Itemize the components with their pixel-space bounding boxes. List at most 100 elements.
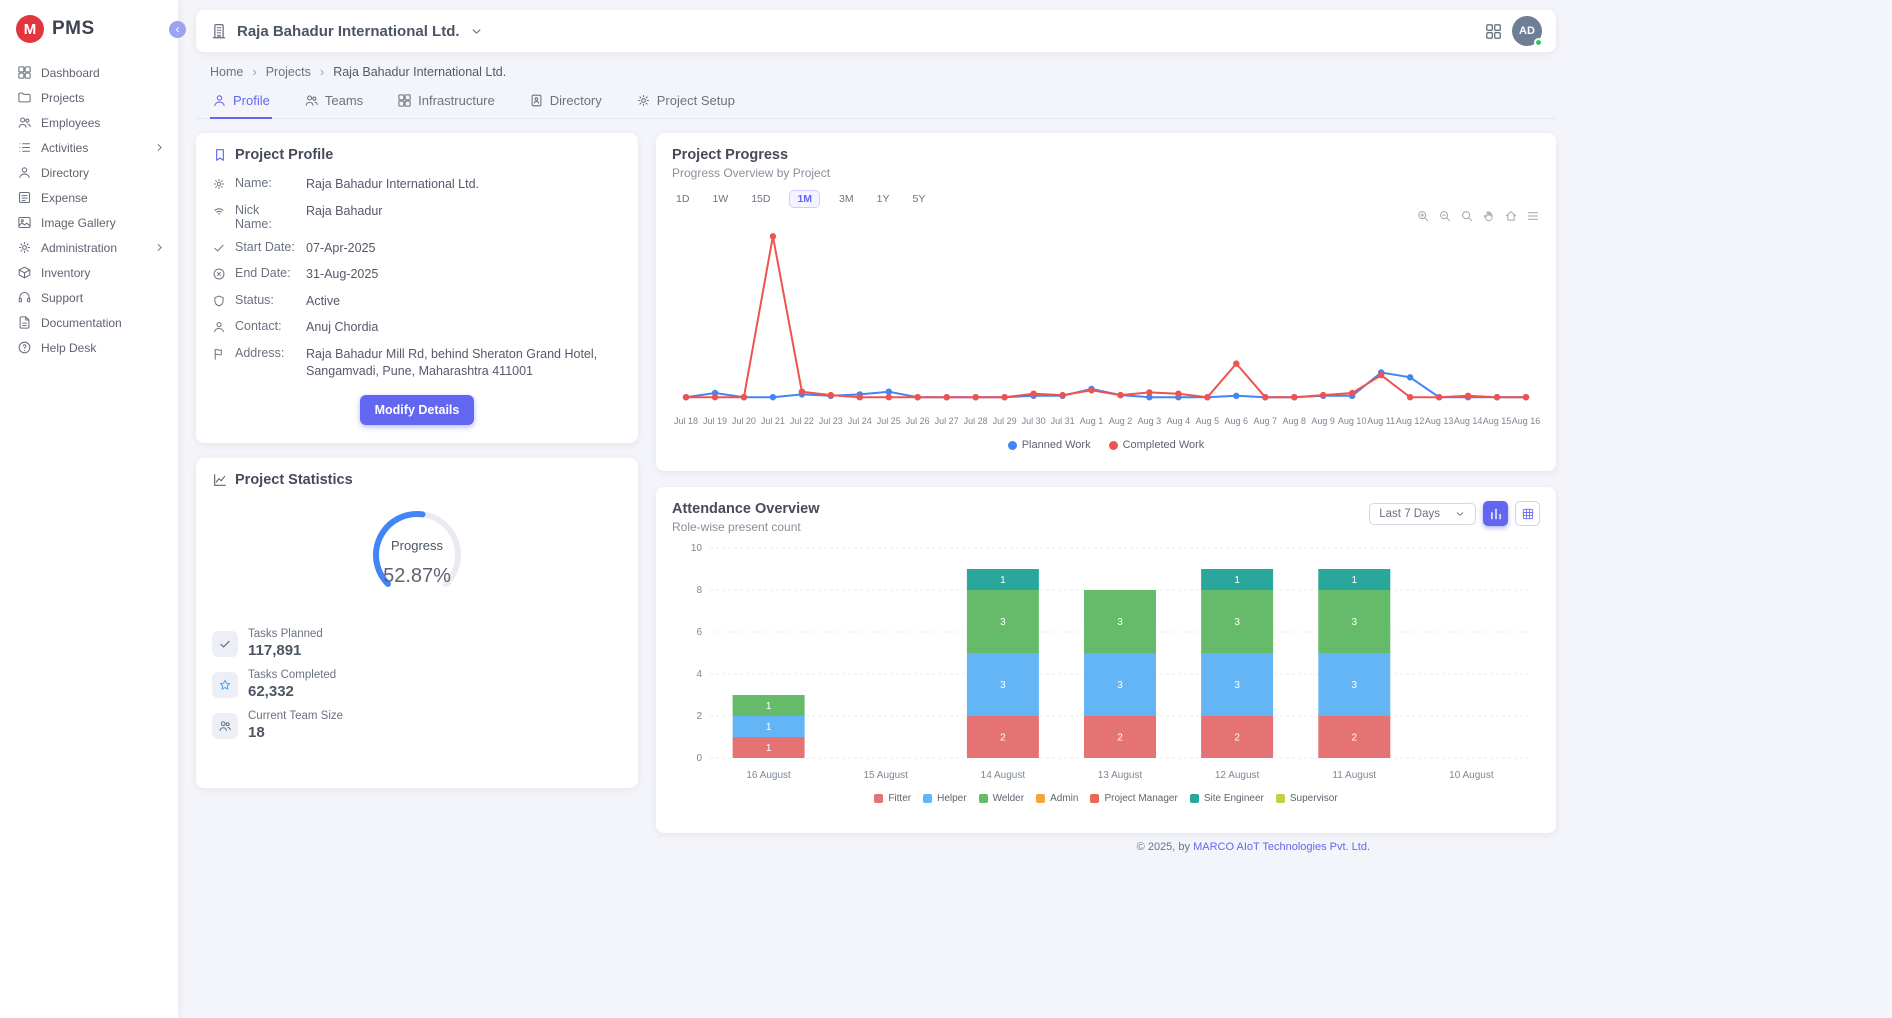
zoom-in-icon[interactable] (1416, 209, 1430, 223)
legend-item[interactable]: Helper (923, 793, 966, 804)
box-icon (17, 265, 32, 280)
grid-icon (397, 93, 412, 108)
selection-zoom-icon[interactable] (1460, 209, 1474, 223)
range-selector: 1D 1W 15D 1M 3M 1Y 5Y (672, 190, 1540, 208)
svg-text:1: 1 (766, 701, 772, 712)
menu-icon[interactable] (1526, 209, 1540, 223)
sidebar-item-activities[interactable]: Activities (0, 135, 178, 160)
svg-text:Aug 12: Aug 12 (1396, 416, 1425, 426)
tab-project-setup[interactable]: Project Setup (634, 91, 737, 119)
project-statistics-card: Project Statistics Progress 52.87% Tasks… (196, 458, 638, 788)
tab-infrastructure[interactable]: Infrastructure (395, 91, 497, 119)
field-label: Address: (235, 346, 297, 360)
help-circle-icon (17, 340, 32, 355)
legend-marker (1109, 441, 1118, 450)
sidebar: M PMS Dashboard Projects Employees Activ… (0, 0, 178, 1018)
sidebar-item-label: Documentation (41, 316, 166, 330)
sidebar-item-label: Expense (41, 191, 166, 205)
stat-team-size: Current Team Size 18 (212, 710, 622, 741)
zoom-out-icon[interactable] (1438, 209, 1452, 223)
sidebar-item-help-desk[interactable]: Help Desk (0, 335, 178, 360)
modify-details-button[interactable]: Modify Details (360, 395, 475, 425)
user-avatar[interactable]: AD (1512, 16, 1542, 46)
legend-item[interactable]: Completed Work (1109, 439, 1205, 451)
sidebar-item-label: Directory (41, 166, 166, 180)
sidebar-item-dashboard[interactable]: Dashboard (0, 60, 178, 85)
range-1w[interactable]: 1W (708, 190, 732, 208)
field-value: 07-Apr-2025 (306, 240, 622, 258)
home-icon[interactable] (1504, 209, 1518, 223)
gear-icon (17, 240, 32, 255)
legend-item[interactable]: Supervisor (1276, 793, 1338, 804)
tab-directory[interactable]: Directory (527, 91, 604, 119)
list-icon (17, 140, 32, 155)
sidebar-item-documentation[interactable]: Documentation (0, 310, 178, 335)
breadcrumb-home[interactable]: Home (210, 65, 243, 79)
sidebar-item-support[interactable]: Support (0, 285, 178, 310)
svg-text:1: 1 (766, 743, 772, 754)
chart-view-toggle-button[interactable] (1483, 501, 1508, 526)
sidebar-collapse-button[interactable]: ‹ (169, 21, 186, 38)
legend-item[interactable]: Site Engineer (1190, 793, 1264, 804)
company-selector[interactable]: Raja Bahadur International Ltd. (237, 23, 460, 40)
tab-label: Directory (550, 93, 602, 108)
stat-label: Tasks Completed (248, 669, 336, 681)
svg-text:2: 2 (696, 711, 702, 722)
chart-line-icon (212, 472, 228, 488)
attendance-chart[interactable]: 024681011116 August15 August233114 Augus… (672, 540, 1540, 791)
sidebar-item-employees[interactable]: Employees (0, 110, 178, 135)
app-logo[interactable]: M PMS (0, 0, 178, 56)
legend-item[interactable]: Fitter (874, 793, 911, 804)
range-1d[interactable]: 1D (672, 190, 693, 208)
project-progress-chart[interactable]: Jul 18Jul 19Jul 20Jul 21Jul 22Jul 23Jul … (672, 214, 1540, 437)
legend-item[interactable]: Project Manager (1090, 793, 1177, 804)
apps-grid-icon[interactable] (1484, 22, 1503, 41)
range-3m[interactable]: 3M (835, 190, 858, 208)
svg-text:2: 2 (1352, 733, 1358, 744)
stat-label: Current Team Size (248, 710, 343, 722)
legend-label: Planned Work (1022, 439, 1091, 451)
svg-text:Aug 1: Aug 1 (1080, 416, 1104, 426)
tab-teams[interactable]: Teams (302, 91, 365, 119)
sidebar-item-administration[interactable]: Administration (0, 235, 178, 260)
range-5y[interactable]: 5Y (908, 190, 929, 208)
sidebar-item-projects[interactable]: Projects (0, 85, 178, 110)
chevron-down-icon[interactable] (469, 24, 484, 39)
stat-value: 18 (248, 724, 343, 741)
topbar: Raja Bahadur International Ltd. AD (196, 10, 1556, 52)
legend-item[interactable]: Admin (1036, 793, 1078, 804)
legend-item[interactable]: Planned Work (1008, 439, 1091, 451)
table-view-toggle-button[interactable] (1515, 501, 1540, 526)
legend-label: Fitter (888, 793, 911, 804)
card-title: Project Progress (672, 147, 1540, 163)
signal-icon (212, 204, 226, 218)
legend-label: Supervisor (1290, 793, 1338, 804)
field-label: Start Date: (235, 240, 297, 254)
gear-icon (212, 177, 226, 191)
legend-item[interactable]: Welder (979, 793, 1025, 804)
svg-text:Aug 16: Aug 16 (1512, 416, 1540, 426)
footer-text: © 2025, by (1137, 841, 1193, 853)
svg-text:3: 3 (1234, 617, 1240, 628)
svg-text:Aug 14: Aug 14 (1454, 416, 1483, 426)
breadcrumb-projects[interactable]: Projects (266, 65, 311, 79)
tab-profile[interactable]: Profile (210, 91, 272, 119)
table-icon (1521, 507, 1535, 521)
user-icon (212, 93, 227, 108)
range-1m[interactable]: 1M (789, 190, 820, 208)
project-progress-card: Project Progress Progress Overview by Pr… (656, 133, 1556, 471)
range-15d[interactable]: 15D (747, 190, 774, 208)
field-label: End Date: (235, 266, 297, 280)
pan-hand-icon[interactable] (1482, 209, 1496, 223)
footer-link[interactable]: MARCO AIoT Technologies Pvt. Ltd. (1193, 841, 1370, 853)
sidebar-item-expense[interactable]: Expense (0, 185, 178, 210)
users-icon (304, 93, 319, 108)
sidebar-item-directory[interactable]: Directory (0, 160, 178, 185)
svg-text:0: 0 (696, 753, 702, 764)
sidebar-item-inventory[interactable]: Inventory (0, 260, 178, 285)
range-1y[interactable]: 1Y (873, 190, 894, 208)
attendance-range-select[interactable]: Last 7 Days (1369, 503, 1476, 525)
flag-icon (212, 347, 226, 361)
document-icon (17, 315, 32, 330)
sidebar-item-image-gallery[interactable]: Image Gallery (0, 210, 178, 235)
